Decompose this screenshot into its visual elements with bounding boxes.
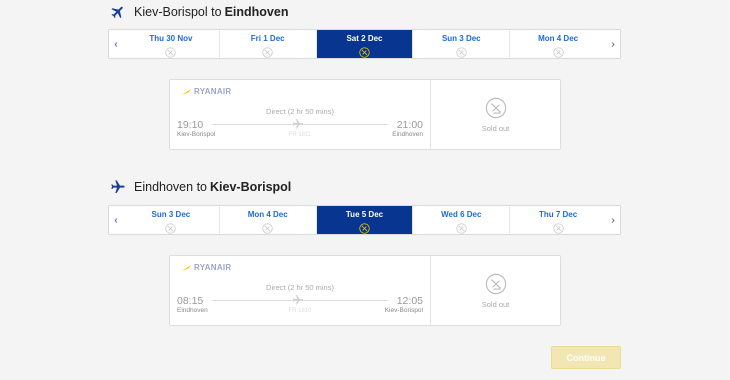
inbound-date-0[interactable]: Sun 3 Dec [123,206,219,234]
inbound-date-selector: ‹ Sun 3 Dec Mon 4 Dec Tue 5 Dec Wed 6 De… [108,205,621,235]
date-label: Mon 4 Dec [538,34,579,43]
inbound-destination: Kiev-Borispol [210,180,292,194]
no-flights-icon [485,97,506,118]
outbound-date-4[interactable]: Mon 4 Dec [509,30,606,58]
harp-icon [182,88,191,95]
outbound-dates: Thu 30 Nov Fri 1 Dec Sat 2 Dec Sun 3 Dec… [123,30,606,58]
outbound-origin: Kiev-Borispol [134,5,208,19]
plane-icon [111,6,123,19]
no-flights-icon [262,223,273,234]
outbound-title: Kiev-Borispol to Eindhoven [110,2,288,22]
outbound-date-selector: ‹ Thu 30 Nov Fri 1 Dec Sat 2 Dec Sun 3 D… [108,29,621,59]
inbound-date-3[interactable]: Wed 6 Dec [412,206,509,234]
flight-number: FR 1811 [288,132,312,138]
arrival-time: 12:05 [396,295,423,307]
plane-icon [111,180,125,193]
inbound-date-1[interactable]: Mon 4 Dec [218,206,316,234]
outbound-flight-card[interactable]: RYANAIR Direct (2 hr 50 mins) 19:10 21:0… [169,79,561,150]
inbound-title: Eindhoven to Kiev-Borispol [110,177,291,197]
flight-duration: Direct (2 hr 50 mins) [266,107,334,116]
outbound-date-2[interactable]: Sat 2 Dec [315,30,413,58]
no-flights-icon [456,47,467,58]
no-flights-icon [456,223,467,234]
flight-duration: Direct (2 hr 50 mins) [266,283,334,292]
chevron-left-icon[interactable]: ‹ [109,206,123,234]
no-flights-icon [165,47,177,58]
continue-button[interactable]: Continue [551,346,621,369]
plane-icon [293,295,303,305]
outbound-connector: to [211,5,222,19]
date-label: Sat 2 Dec [346,34,383,43]
date-label: Wed 6 Dec [441,210,482,219]
outbound-date-1[interactable]: Fri 1 Dec [218,30,316,58]
sold-out-label: Sold out [481,123,510,133]
no-flights-icon [165,223,177,234]
sold-out-label: Sold out [481,299,510,309]
inbound-flight-card[interactable]: RYANAIR Direct (2 hr 50 mins) 08:15 12:0… [169,255,561,326]
no-flights-icon [262,47,273,58]
outbound-date-0[interactable]: Thu 30 Nov [123,30,219,58]
flight-number: FR 1810 [288,308,312,314]
inbound-dates: Sun 3 Dec Mon 4 Dec Tue 5 Dec Wed 6 Dec … [123,206,606,234]
date-label: Sun 3 Dec [151,210,191,219]
no-flights-icon [359,47,370,58]
no-flights-icon [552,223,564,234]
inbound-connector: to [196,180,207,194]
date-label: Tue 5 Dec [345,210,384,219]
inbound-date-2[interactable]: Tue 5 Dec [315,206,413,234]
airline-logo: RYANAIR [182,87,232,96]
chevron-right-icon[interactable]: › [606,30,620,58]
no-flights-icon [485,273,506,294]
outbound-date-3[interactable]: Sun 3 Dec [412,30,509,58]
outbound-destination: Eindhoven [224,5,289,19]
fare-status: Sold out [431,80,560,149]
departure-time: 08:15 [177,295,204,307]
inbound-date-4[interactable]: Thu 7 Dec [509,206,606,234]
flight-info: RYANAIR Direct (2 hr 50 mins) 08:15 12:0… [170,256,431,325]
date-label: Thu 7 Dec [538,210,578,219]
chevron-right-icon[interactable]: › [606,206,620,234]
date-label: Mon 4 Dec [247,210,288,219]
flight-info: RYANAIR Direct (2 hr 50 mins) 19:10 21:0… [170,80,431,149]
date-label: Fri 1 Dec [250,34,285,43]
chevron-left-icon[interactable]: ‹ [109,30,123,58]
no-flights-icon [359,223,370,234]
date-label: Thu 30 Nov [149,34,193,43]
departure-time: 19:10 [177,119,204,131]
date-label: Sun 3 Dec [441,34,481,43]
fare-status: Sold out [431,256,560,325]
inbound-origin: Eindhoven [134,180,194,194]
arrival-time: 21:00 [396,119,423,131]
harp-icon [182,264,191,271]
plane-icon [293,119,303,129]
airline-logo: RYANAIR [182,263,232,272]
no-flights-icon [552,47,564,58]
